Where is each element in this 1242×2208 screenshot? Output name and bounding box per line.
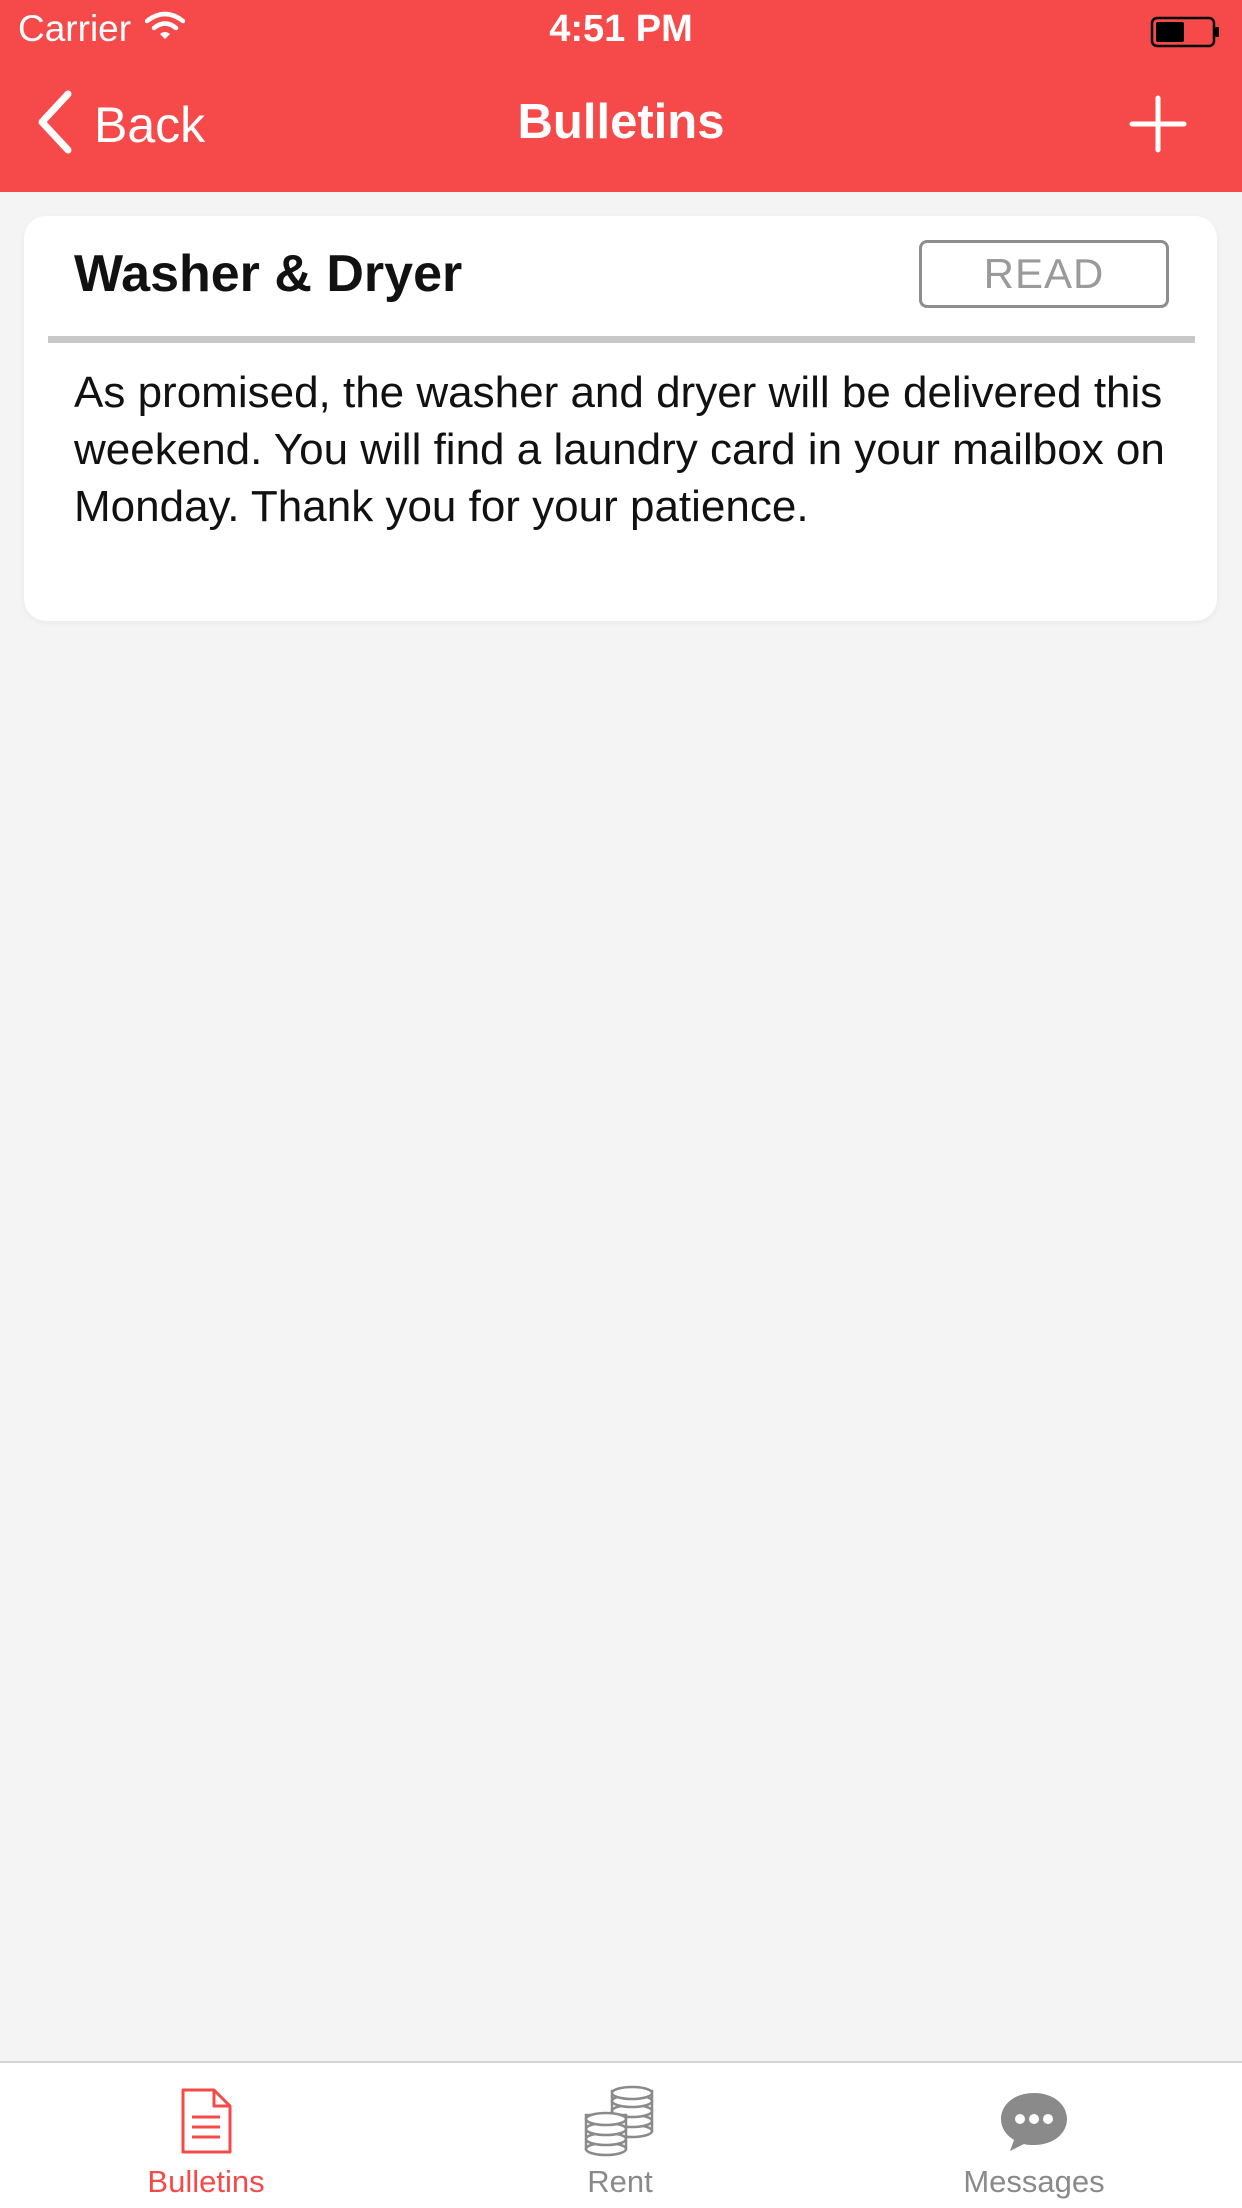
divider: [48, 336, 1195, 343]
add-button[interactable]: [1128, 94, 1188, 154]
document-icon: [56, 2085, 356, 2157]
read-button[interactable]: READ: [919, 240, 1169, 308]
tab-bar: Bulletins Rent Messages: [0, 2061, 1242, 2208]
tab-messages[interactable]: Messages: [884, 2063, 1184, 2208]
coins-icon: [470, 2085, 770, 2157]
nav-bar: Back Bulletins: [0, 60, 1242, 192]
bulletin-body: As promised, the washer and dryer will b…: [74, 368, 1165, 531]
tab-label-rent: Rent: [587, 2164, 653, 2199]
tab-rent[interactable]: Rent: [470, 2063, 770, 2208]
status-bar: Carrier 4:51 PM: [0, 0, 1242, 60]
battery-icon: [1150, 16, 1222, 53]
chat-bubble-icon: [884, 2085, 1184, 2157]
plus-icon: [1128, 95, 1188, 158]
screen: Carrier 4:51 PM Back Bulletins Washer & …: [0, 0, 1242, 2208]
tab-label-messages: Messages: [963, 2164, 1105, 2199]
header: Carrier 4:51 PM Back Bulletins: [0, 0, 1242, 192]
back-button[interactable]: Back: [34, 90, 205, 159]
tab-bulletins[interactable]: Bulletins: [56, 2063, 356, 2208]
clock: 4:51 PM: [549, 8, 693, 50]
bulletin-title: Washer & Dryer: [74, 245, 463, 303]
chevron-left-icon: [34, 90, 74, 159]
tab-label-bulletins: Bulletins: [147, 2164, 265, 2199]
bulletin-card: Washer & Dryer READ As promised, the was…: [24, 216, 1217, 621]
back-label: Back: [94, 96, 206, 153]
